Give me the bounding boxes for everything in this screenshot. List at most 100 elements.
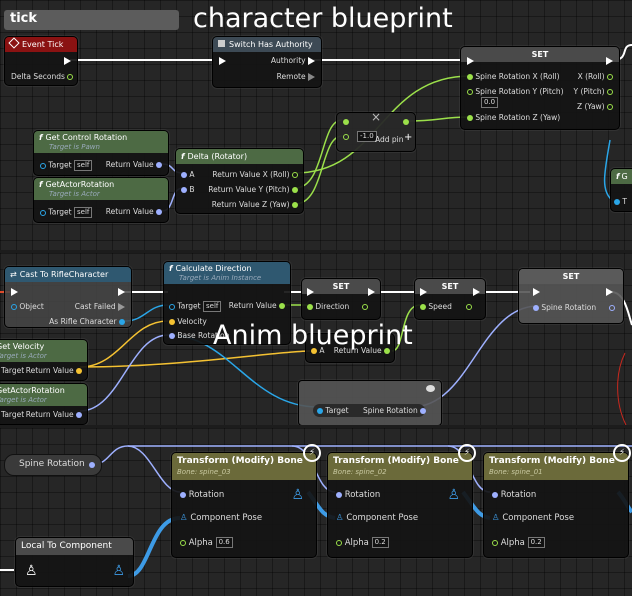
- float-pin[interactable]: [467, 74, 473, 80]
- add-pin-icon[interactable]: +: [404, 132, 412, 143]
- pose-person-icon[interactable]: ♙: [291, 487, 304, 503]
- object-pin[interactable]: [317, 408, 323, 414]
- float-pin[interactable]: [343, 119, 349, 125]
- rotator-pin[interactable]: [156, 162, 162, 168]
- object-pin[interactable]: [614, 199, 620, 205]
- exec-in-pin[interactable]: [420, 288, 427, 296]
- add-pin-label[interactable]: Add pin: [375, 135, 404, 144]
- float-pin[interactable]: [467, 115, 473, 121]
- rotator-pin[interactable]: [156, 209, 162, 215]
- spine-rotation-getter-node[interactable]: Target Spine Rotation: [298, 380, 442, 425]
- float-pin[interactable]: [343, 134, 349, 140]
- get-control-rotation-node[interactable]: f Get Control Rotation Target is Pawn Tar…: [33, 130, 169, 176]
- float-pin[interactable]: [403, 119, 409, 125]
- event-tick-node[interactable]: Event Tick Delta Seconds: [4, 36, 78, 86]
- exec-out-pin[interactable]: [606, 288, 613, 296]
- float-pin[interactable]: [607, 104, 613, 110]
- float-pin[interactable]: [307, 304, 313, 310]
- exec-pin-icon[interactable]: [118, 303, 125, 311]
- float-pin[interactable]: [607, 74, 613, 80]
- spine-rotation-variable[interactable]: Spine Rotation: [4, 454, 102, 476]
- exec-in-pin[interactable]: [11, 288, 18, 296]
- float-pin[interactable]: [607, 89, 613, 95]
- rotator-pin[interactable]: [533, 305, 539, 311]
- alpha-value[interactable]: 0.6: [215, 537, 233, 548]
- rotator-pin[interactable]: [420, 408, 427, 414]
- local-to-component-header: Local To Component: [16, 538, 133, 555]
- float-pin[interactable]: [336, 539, 342, 546]
- object-pin[interactable]: [169, 303, 175, 310]
- delta-rotator-node[interactable]: f Delta (Rotator) A B Return Value X (Rol…: [175, 148, 304, 214]
- alpha-value[interactable]: 0.2: [371, 537, 389, 548]
- anim-get-actor-rotation-node[interactable]: GetActorRotation Target is Actor Target …: [0, 383, 88, 425]
- transform-bone-node-spine-03[interactable]: Transform (Modify) Bone Bone: spine_03 Ro…: [171, 452, 317, 558]
- float-pin[interactable]: [292, 187, 298, 193]
- rotator-pin[interactable]: [608, 305, 615, 311]
- float-pin[interactable]: [67, 74, 74, 80]
- rotator-pin[interactable]: [181, 187, 187, 193]
- object-pin[interactable]: [40, 209, 46, 216]
- partial-right-node[interactable]: fG T: [610, 168, 632, 212]
- transform-bone-node-spine-02[interactable]: Transform (Modify) Bone Bone: spine_02 Ro…: [327, 452, 473, 558]
- exec-out-pin[interactable]: [118, 288, 125, 296]
- object-pin[interactable]: [11, 304, 17, 310]
- exec-in-pin[interactable]: [533, 288, 540, 296]
- exec-out-pin[interactable]: [368, 288, 375, 296]
- exec-pin-icon[interactable]: [308, 57, 315, 65]
- rotator-pin[interactable]: [492, 491, 498, 498]
- rotator-pin[interactable]: [181, 172, 187, 178]
- out-y-row: Return Value Y (Pitch): [208, 185, 298, 194]
- exec-in-pin[interactable]: [467, 57, 474, 65]
- float-pin[interactable]: [467, 89, 473, 95]
- return-row: Return Value: [26, 410, 82, 419]
- rotator-pin[interactable]: [180, 491, 186, 498]
- set-spine-rotation-node[interactable]: SET Spine Rotation X (Roll) Spine Rotati…: [460, 46, 620, 130]
- alpha-value[interactable]: 0.2: [527, 537, 545, 548]
- pose-person-icon[interactable]: ♙: [25, 563, 38, 579]
- cast-to-riflecharacter-node[interactable]: ⇄ Cast To RifleCharacter Object Cast Fail…: [4, 266, 132, 328]
- float-pin[interactable]: [492, 539, 498, 546]
- pose-person-icon[interactable]: ♙: [180, 513, 188, 523]
- local-to-component-node[interactable]: Local To Component ♙ ♙: [15, 537, 134, 587]
- exec-out-pin[interactable]: [606, 57, 613, 65]
- pose-person-icon[interactable]: ♙: [336, 513, 344, 523]
- vector-pin[interactable]: [169, 319, 175, 325]
- exec-in-pin[interactable]: [219, 57, 226, 65]
- exec-in-pin[interactable]: [307, 288, 314, 296]
- float-pin[interactable]: [180, 539, 186, 546]
- exec-out-pin[interactable]: [64, 57, 71, 65]
- self-box[interactable]: self: [202, 301, 222, 312]
- float-pin[interactable]: [292, 202, 298, 208]
- float-pin[interactable]: [292, 172, 298, 178]
- exec-pin-icon[interactable]: [308, 73, 315, 81]
- transform-bone-node-spine-01[interactable]: Transform (Modify) Bone Bone: spine_01 Ro…: [483, 452, 629, 558]
- tab-tick[interactable]: tick: [4, 10, 179, 30]
- object-pin[interactable]: [119, 319, 125, 325]
- pose-person-icon[interactable]: ♙: [492, 513, 500, 523]
- set-speed-node[interactable]: SET Speed: [414, 278, 486, 320]
- pose-person-icon[interactable]: ♙: [112, 563, 125, 579]
- vector-pin[interactable]: [76, 368, 82, 374]
- switch-has-authority-node[interactable]: Switch Has Authority Authority Remote: [212, 36, 322, 88]
- set-direction-node[interactable]: SET Direction: [301, 278, 381, 320]
- self-box[interactable]: self: [73, 160, 93, 171]
- get-actor-rotation-node[interactable]: f GetActorRotation Target is Actor Target…: [33, 177, 169, 223]
- rotator-pin[interactable]: [89, 462, 95, 468]
- float-pin[interactable]: [420, 304, 426, 310]
- float-pin[interactable]: [361, 304, 368, 310]
- function-icon: f: [39, 180, 43, 189]
- exec-out-pin[interactable]: [473, 288, 480, 296]
- rotator-pin[interactable]: [336, 491, 342, 498]
- self-box[interactable]: self: [73, 207, 93, 218]
- rotator-pin[interactable]: [76, 412, 82, 418]
- float-pin[interactable]: [279, 303, 285, 309]
- multiply-value[interactable]: -1.0: [357, 131, 377, 142]
- get-velocity-node[interactable]: Get Velocity Target is Actor Target Retu…: [0, 339, 88, 381]
- float-pin[interactable]: [466, 304, 473, 310]
- set-in-y-value[interactable]: 0.0: [481, 97, 499, 108]
- object-pin[interactable]: [40, 162, 46, 169]
- multiply-float-node[interactable]: × -1.0 Add pin +: [336, 110, 416, 152]
- set-spine-rotation-node[interactable]: SET Spine Rotation: [518, 268, 624, 324]
- rotator-pin[interactable]: [169, 333, 175, 339]
- pose-person-icon[interactable]: ♙: [447, 487, 460, 503]
